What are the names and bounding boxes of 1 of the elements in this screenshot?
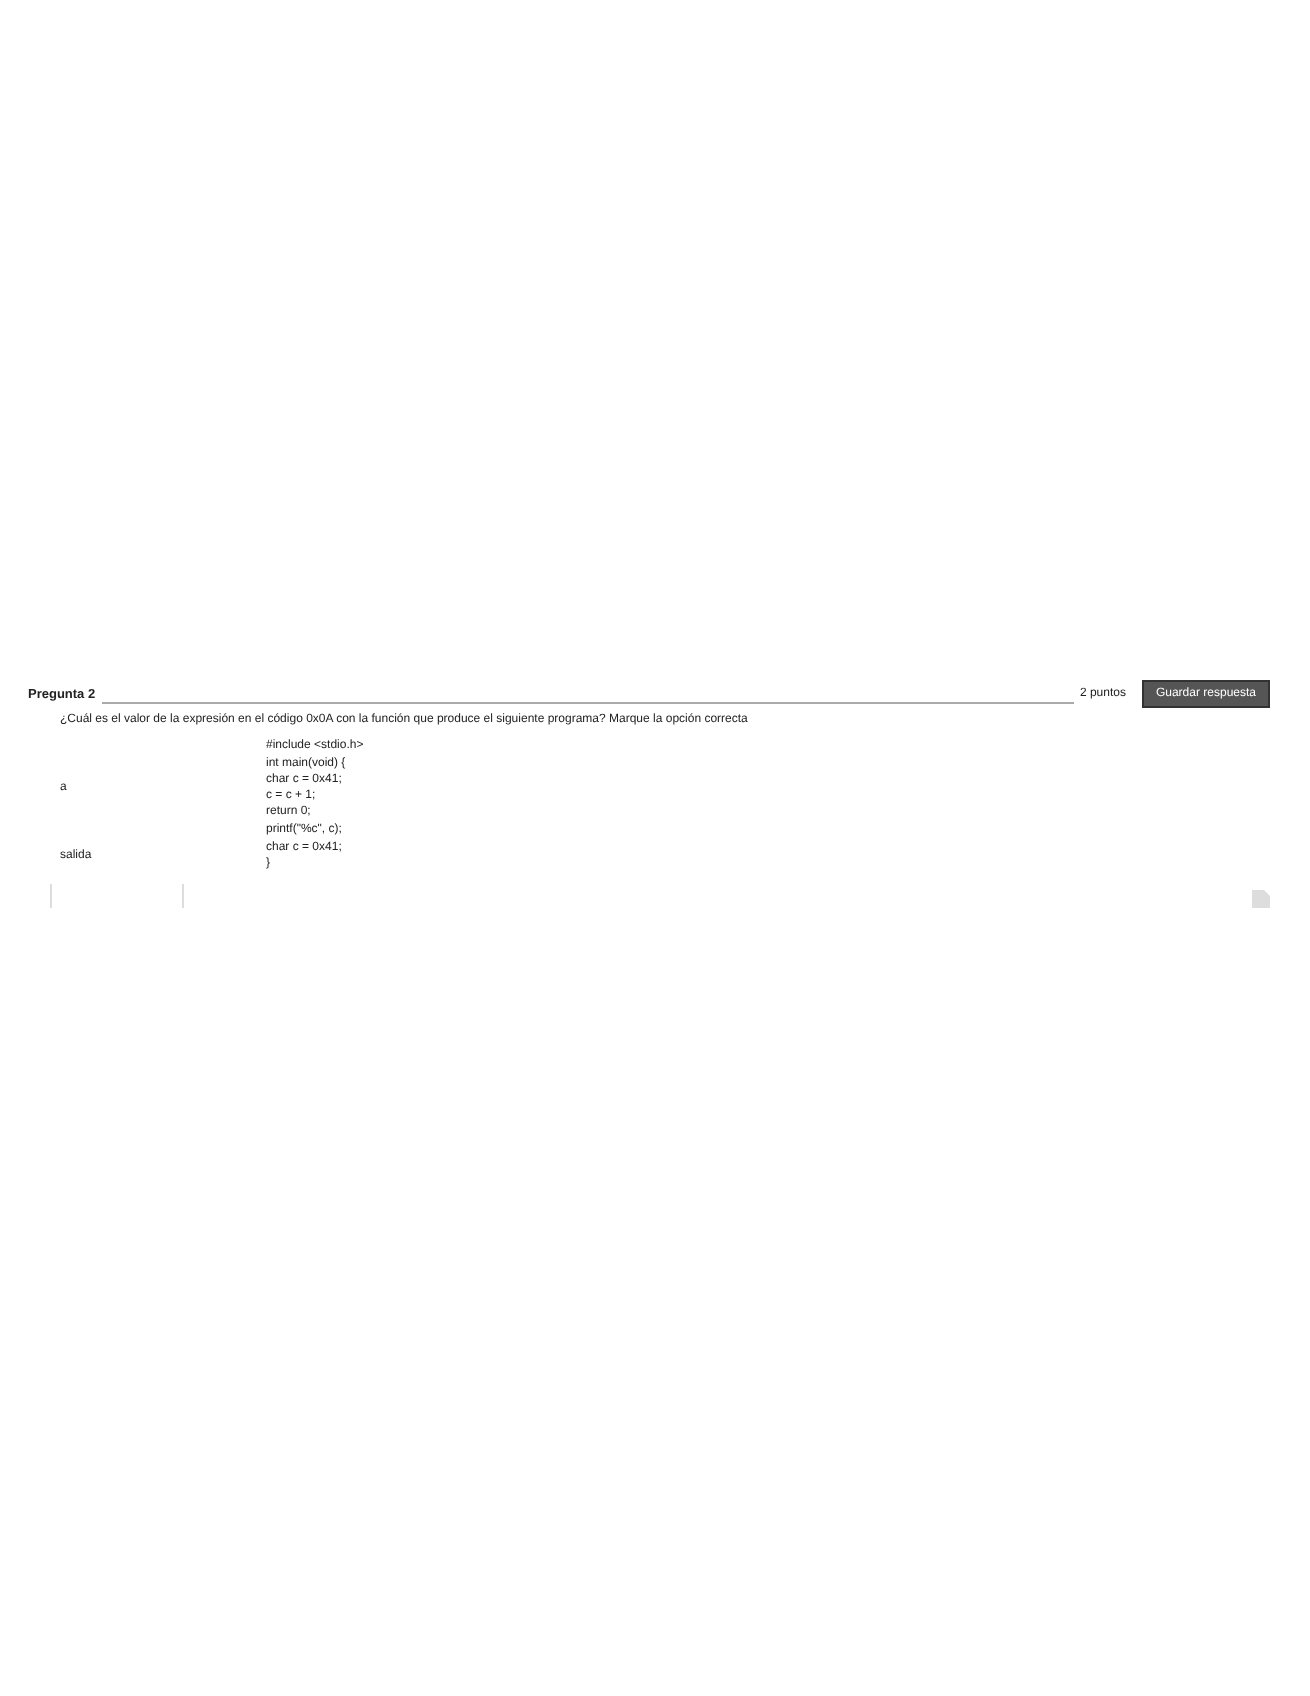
document-icon xyxy=(1252,888,1270,908)
